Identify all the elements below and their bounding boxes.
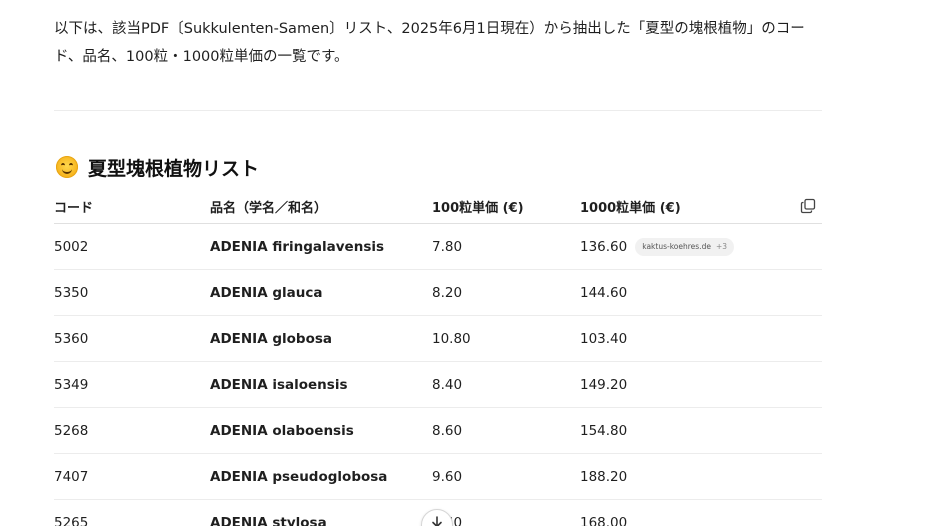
arrow-down-icon (432, 516, 442, 526)
smiling-sun-icon (56, 156, 78, 178)
cell-price-100: 8.60 (432, 422, 463, 439)
cell-price-1000: 168.00 (580, 514, 628, 526)
section-heading: 夏型塊根植物リスト (54, 153, 259, 181)
cell-code: 5268 (54, 422, 89, 439)
cell-name: ADENIA isaloensis (210, 376, 348, 393)
cell-price-100: 8.40 (432, 376, 463, 393)
cell-name: ADENIA olaboensis (210, 422, 354, 439)
cell-price-1000: 188.20 (580, 468, 628, 485)
cell-code: 5350 (54, 284, 89, 301)
cell-price-100: 10.80 (432, 330, 471, 347)
cell-price-1000: 103.40 (580, 330, 628, 347)
cell-name: ADENIA glauca (210, 284, 323, 301)
table-row: 5002 ADENIA firingalavensis 7.80 136.60 … (54, 224, 822, 270)
copy-icon[interactable] (800, 198, 816, 214)
cell-price-100: 8.20 (432, 284, 463, 301)
price-1000-value: 136.60 (580, 238, 628, 255)
header-name: 品名（学名／和名） (210, 201, 328, 216)
cell-name: ADENIA globosa (210, 330, 332, 347)
cell-code: 5002 (54, 238, 89, 255)
table-row: 5360 ADENIA globosa 10.80 103.40 (54, 316, 822, 362)
cell-price-1000: 144.60 (580, 284, 628, 301)
source-chip-more: +3 (715, 242, 728, 251)
cell-code: 5360 (54, 330, 89, 347)
cell-code: 5349 (54, 376, 89, 393)
source-chip-label: kaktus-koehres.de (642, 242, 711, 251)
header-price-1000: 1000粒単価 (€) (580, 201, 681, 216)
cell-name: ADENIA firingalavensis (210, 238, 385, 255)
table-row: 5350 ADENIA glauca 8.20 144.60 (54, 270, 822, 316)
table-row: 5349 ADENIA isaloensis 8.40 149.20 (54, 362, 822, 408)
cell-price-1000: 149.20 (580, 376, 628, 393)
cell-price-100: 9.60 (432, 468, 463, 485)
horizontal-divider (54, 110, 822, 111)
cell-code: 5265 (54, 514, 89, 526)
intro-paragraph: 以下は、該当PDF〔Sukkulenten‑Samen〕リスト、2025年6月1… (54, 21, 805, 65)
header-price-100: 100粒単価 (€) (432, 201, 524, 216)
cell-price-100: 7.80 (432, 238, 463, 255)
plant-table: コード 品名（学名／和名） 100粒単価 (€) 1000粒単価 (€) 500… (54, 190, 822, 526)
cell-code: 7407 (54, 468, 89, 485)
section-title: 夏型塊根植物リスト (88, 157, 260, 180)
table-row: 5268 ADENIA olaboensis 8.60 154.80 (54, 408, 822, 454)
cell-price-1000: 154.80 (580, 422, 628, 439)
source-citation-chip[interactable]: kaktus-koehres.de +3 (635, 237, 735, 256)
table-row: 7407 ADENIA pseudoglobosa 9.60 188.20 (54, 454, 822, 500)
cell-name: ADENIA pseudoglobosa (210, 468, 388, 485)
table-header-row: コード 品名（学名／和名） 100粒単価 (€) 1000粒単価 (€) (54, 190, 822, 224)
header-code: コード (54, 201, 94, 216)
cell-name: ADENIA stylosa (210, 514, 327, 526)
cell-price-1000: 136.60 kaktus-koehres.de +3 (580, 224, 735, 269)
